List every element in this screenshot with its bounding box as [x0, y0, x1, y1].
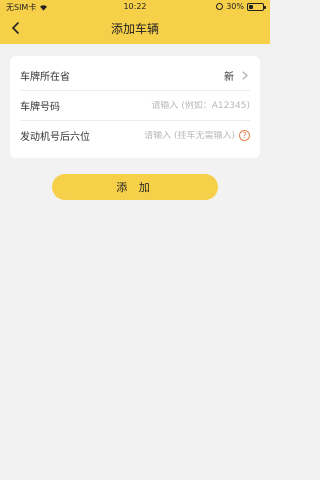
status-right: 30% [216, 2, 266, 11]
page-title: 添加车辆 [110, 22, 159, 36]
province-label: 车牌所在省 [20, 72, 70, 83]
orientation-lock-icon [216, 3, 224, 10]
engine-label: 发动机号后六位 [20, 132, 90, 143]
status-bar: 无SIM卡 10:22 30% [0, 0, 270, 14]
province-row[interactable]: 车牌所在省 新 [20, 61, 250, 90]
add-button[interactable]: 添 加 [52, 174, 218, 200]
chevron-right-icon [242, 71, 250, 80]
battery-level-fill [249, 4, 253, 9]
battery-percent: 30% [226, 2, 244, 11]
plate-row: 车牌号码 [20, 91, 250, 120]
plate-number-input[interactable] [110, 100, 250, 111]
nav-bar: 添加车辆 [0, 14, 270, 42]
province-value: 新 [224, 72, 234, 83]
battery-icon [247, 2, 266, 11]
vehicle-form-card: 车牌所在省 新 车牌号码 发动机号后六位 ? [10, 56, 260, 158]
engine-number-input[interactable] [95, 130, 235, 141]
question-circle-icon[interactable]: ? [239, 130, 250, 141]
plate-label: 车牌号码 [20, 102, 60, 113]
engine-row: 发动机号后六位 ? [20, 121, 250, 150]
